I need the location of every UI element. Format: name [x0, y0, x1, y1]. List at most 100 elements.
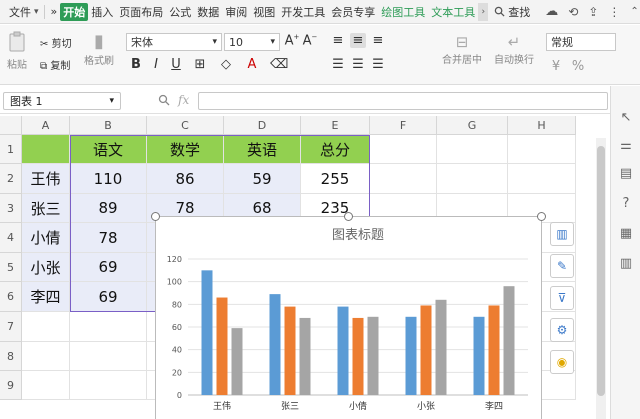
cell-c2[interactable]: 86	[147, 164, 224, 194]
chart-object[interactable]: 图表标题 0 20 40 60 80 100 120 王伟 张三 小倩 小张 李四	[155, 216, 542, 419]
history-icon[interactable]: ⟲	[568, 5, 578, 19]
align-right-icon[interactable]: ☰	[370, 57, 386, 72]
cell-d1[interactable]: 英语	[224, 135, 301, 164]
align-left-icon[interactable]: ☰	[330, 57, 346, 72]
formula-input[interactable]	[198, 92, 608, 110]
cell-f2[interactable]	[370, 164, 437, 194]
table-style-icon[interactable]: ▤	[618, 166, 634, 182]
cell-b3[interactable]: 89	[70, 194, 147, 223]
resize-handle-top-right[interactable]	[537, 212, 546, 221]
tab-data[interactable]: 数据	[194, 4, 222, 20]
search-icon[interactable]	[494, 6, 505, 17]
column-header-a[interactable]: A	[22, 116, 70, 135]
wrap-text-button[interactable]: ↵ 自动换行	[492, 33, 536, 66]
clear-format-icon[interactable]: ⌫	[270, 57, 288, 72]
italic-icon[interactable]: I	[148, 57, 164, 72]
cell-h2[interactable]	[508, 164, 576, 194]
format-painter-button[interactable]: ▮ 格式刷	[84, 31, 114, 67]
cell-e2[interactable]: 255	[301, 164, 370, 194]
zoom-icon[interactable]	[158, 94, 170, 109]
sheet-icon[interactable]: ▥	[618, 256, 634, 272]
column-header-c[interactable]: C	[147, 116, 224, 135]
resize-handle-top-left[interactable]	[151, 212, 160, 221]
cell-c1[interactable]: 数学	[147, 135, 224, 164]
row-header-9[interactable]: 9	[0, 371, 22, 400]
fx-icon[interactable]: fx	[178, 93, 189, 107]
align-bottom-icon[interactable]: ≡	[370, 33, 386, 48]
cell-a5[interactable]: 小张	[22, 253, 70, 282]
cell-f1[interactable]	[370, 135, 437, 164]
percent-icon[interactable]: %	[570, 59, 586, 74]
paste-button[interactable]: 粘贴	[6, 31, 28, 71]
tab-formulas[interactable]: 公式	[166, 4, 194, 20]
share-icon[interactable]: ⇪	[588, 5, 598, 19]
cell-d2[interactable]: 59	[224, 164, 301, 194]
resize-handle-top-center[interactable]	[344, 212, 353, 221]
decrease-font-icon[interactable]: A−	[302, 33, 318, 48]
cell-b9[interactable]	[70, 371, 147, 400]
expand-menu-button[interactable]: »	[48, 5, 61, 18]
align-top-icon[interactable]: ≡	[330, 33, 346, 48]
row-header-6[interactable]: 6	[0, 282, 22, 312]
help-icon[interactable]: ?	[618, 196, 634, 212]
file-menu[interactable]: 文件	[6, 4, 34, 20]
cell-b2[interactable]: 110	[70, 164, 147, 194]
chevron-down-icon[interactable]: ▾	[34, 7, 39, 17]
cell-a1[interactable]	[22, 135, 70, 164]
tab-insert[interactable]: 插入	[88, 4, 116, 20]
select-all-corner[interactable]	[0, 116, 22, 135]
cell-a4[interactable]: 小倩	[22, 223, 70, 253]
tab-review[interactable]: 审阅	[222, 4, 250, 20]
scrollbar-thumb[interactable]	[597, 146, 605, 396]
cell-b6[interactable]: 69	[70, 282, 147, 312]
align-middle-icon[interactable]: ≡	[350, 33, 366, 48]
settings-sliders-icon[interactable]: ⚌	[618, 138, 634, 154]
chevron-right-icon[interactable]: ›	[478, 2, 489, 21]
font-color-icon[interactable]: A	[244, 57, 260, 72]
tab-view[interactable]: 视图	[250, 4, 278, 20]
cell-a9[interactable]	[22, 371, 70, 400]
chart-settings-icon[interactable]: ⚙	[550, 318, 574, 342]
column-header-g[interactable]: G	[437, 116, 508, 135]
chart-tips-icon[interactable]: ◉	[550, 350, 574, 374]
chart-filter-icon[interactable]: ⊽	[550, 286, 574, 310]
cell-e1[interactable]: 总分	[301, 135, 370, 164]
column-header-f[interactable]: F	[370, 116, 437, 135]
cell-b8[interactable]	[70, 342, 147, 371]
name-box[interactable]: 图表 1 ▾	[3, 92, 121, 110]
currency-icon[interactable]: ¥	[548, 59, 564, 74]
cell-b5[interactable]: 69	[70, 253, 147, 282]
cell-g2[interactable]	[437, 164, 508, 194]
font-name-select[interactable]: 宋体 ▾	[126, 33, 222, 51]
cell-g1[interactable]	[437, 135, 508, 164]
chart-style-icon[interactable]: ✎	[550, 254, 574, 278]
copy-button[interactable]: ⧉ 复制	[40, 57, 70, 72]
cell-a8[interactable]	[22, 342, 70, 371]
tab-text-tools[interactable]: 文本工具	[428, 4, 478, 20]
underline-icon[interactable]: U	[168, 57, 184, 72]
cell-a6[interactable]: 李四	[22, 282, 70, 312]
tab-page-layout[interactable]: 页面布局	[116, 4, 166, 20]
row-header-7[interactable]: 7	[0, 312, 22, 342]
merge-center-button[interactable]: ⊟ 合并居中	[440, 33, 484, 66]
row-header-3[interactable]: 3	[0, 194, 22, 223]
cell-a7[interactable]	[22, 312, 70, 342]
column-header-d[interactable]: D	[224, 116, 301, 135]
tab-drawing-tools[interactable]: 绘图工具	[378, 4, 428, 20]
tab-home[interactable]: 开始	[60, 2, 89, 21]
panel-icon[interactable]: ▦	[618, 226, 634, 242]
tab-member[interactable]: 会员专享	[328, 4, 378, 20]
cloud-sync-icon[interactable]: ☁	[545, 4, 558, 19]
font-size-select[interactable]: 10 ▾	[224, 33, 280, 51]
cell-a2[interactable]: 王伟	[22, 164, 70, 194]
row-header-5[interactable]: 5	[0, 253, 22, 282]
cell-b7[interactable]	[70, 312, 147, 342]
fill-color-icon[interactable]: ◇	[218, 57, 234, 72]
column-header-e[interactable]: E	[301, 116, 370, 135]
collapse-ribbon-icon[interactable]: ⌃	[630, 6, 638, 17]
row-header-8[interactable]: 8	[0, 342, 22, 371]
column-header-b[interactable]: B	[70, 116, 147, 135]
increase-font-icon[interactable]: A+	[284, 33, 300, 48]
cell-h1[interactable]	[508, 135, 576, 164]
align-center-icon[interactable]: ☰	[350, 57, 366, 72]
